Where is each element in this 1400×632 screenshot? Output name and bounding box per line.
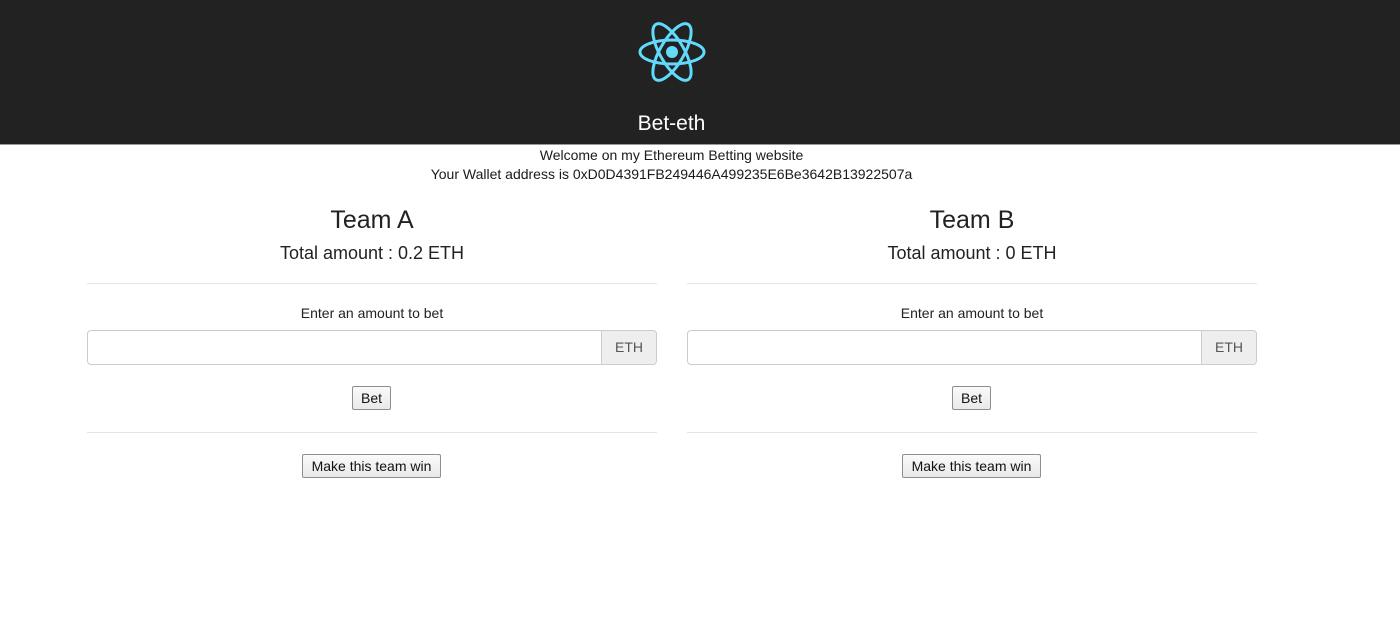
team-total-amount: Total amount : 0 ETH xyxy=(887,243,1057,263)
react-atom-icon xyxy=(638,22,706,82)
bet-amount-input[interactable] xyxy=(687,330,1201,365)
welcome-message: Welcome on my Ethereum Betting website xyxy=(539,147,804,163)
intro-text: Welcome on my Ethereum Betting website Y… xyxy=(0,146,1343,184)
bet-button[interactable]: Bet xyxy=(952,386,991,410)
app-title: Bet-eth xyxy=(637,112,706,135)
currency-addon: ETH xyxy=(601,330,657,365)
app-header: Bet-eth xyxy=(0,0,1400,145)
team-name: Team B xyxy=(929,206,1015,234)
bet-amount-input-group: ETH xyxy=(687,330,1257,365)
make-team-win-button[interactable]: Make this team win xyxy=(902,454,1041,478)
bet-amount-label: Enter an amount to bet xyxy=(900,305,1044,321)
divider xyxy=(687,283,1257,284)
team-name: Team A xyxy=(330,206,414,234)
wallet-address: Your Wallet address is 0xD0D4391FB249446… xyxy=(430,166,913,182)
bet-amount-input[interactable] xyxy=(87,330,601,365)
make-team-win-button[interactable]: Make this team win xyxy=(302,454,441,478)
currency-addon: ETH xyxy=(1201,330,1257,365)
team-total-amount: Total amount : 0.2 ETH xyxy=(279,243,465,263)
divider xyxy=(87,432,657,433)
bet-amount-label: Enter an amount to bet xyxy=(300,305,444,321)
bet-button[interactable]: Bet xyxy=(352,386,391,410)
divider xyxy=(687,432,1257,433)
divider xyxy=(87,283,657,284)
bet-amount-input-group: ETH xyxy=(87,330,657,365)
